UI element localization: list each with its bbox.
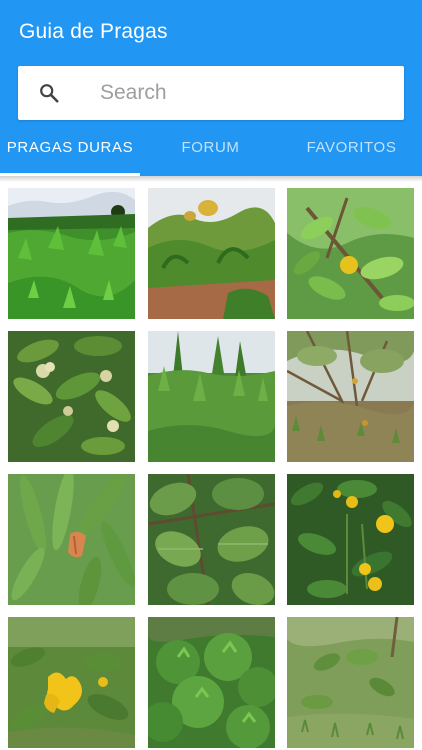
plant-photo-2[interactable] [148,188,275,319]
tab-forum[interactable]: FORUM [140,122,281,176]
plant-photo-11[interactable] [148,617,275,748]
tab-favoritos[interactable]: FAVORITOS [281,122,422,176]
plant-photo-1[interactable] [8,188,135,319]
plant-photo-3[interactable] [287,188,414,319]
app-bar: Guia de Pragas PRAGAS DURAS FORUM FAVORI… [0,0,422,176]
plant-photo-8[interactable] [148,474,275,605]
plant-photo-6[interactable] [287,331,414,462]
app-title: Guia de Pragas [19,20,168,43]
plant-photo-10[interactable] [8,617,135,748]
plant-photo-9[interactable] [287,474,414,605]
plant-photo-4[interactable] [8,331,135,462]
plant-photo-12[interactable] [287,617,414,748]
tab-pragas-duras[interactable]: PRAGAS DURAS [0,122,140,176]
plant-photo-7[interactable] [8,474,135,605]
tab-bar: PRAGAS DURAS FORUM FAVORITOS [0,122,422,176]
app-bar-shadow [0,176,422,182]
search-input[interactable] [100,76,390,110]
plant-photo-5[interactable] [148,331,275,462]
search-icon[interactable] [38,82,60,104]
search-box[interactable] [18,66,404,120]
